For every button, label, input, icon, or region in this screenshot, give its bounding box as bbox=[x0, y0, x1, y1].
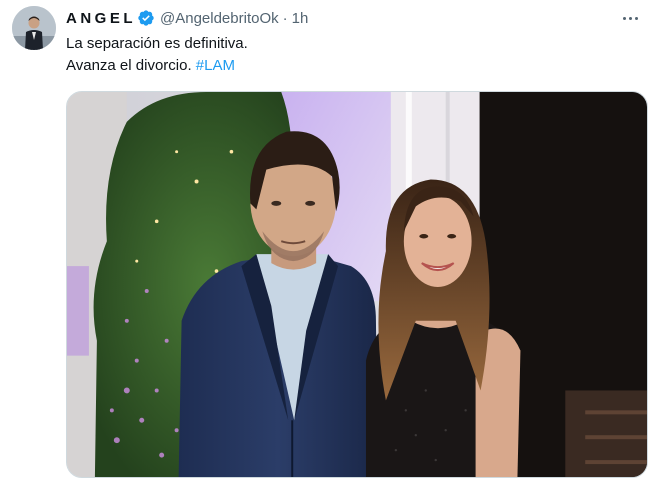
separator-dot: · bbox=[282, 9, 288, 27]
display-name[interactable]: ANGEL bbox=[66, 10, 136, 27]
tweet-text: La separación es definitiva. Avanza el d… bbox=[66, 33, 626, 77]
tweet-text-line-1: La separación es definitiva. bbox=[66, 35, 248, 52]
verified-badge-icon bbox=[137, 9, 155, 27]
tweet-header: ANGEL @AngeldebritoOk · 1h bbox=[66, 8, 638, 28]
tweet[interactable]: ANGEL @AngeldebritoOk · 1h La separación… bbox=[0, 0, 658, 486]
tweet-photo[interactable] bbox=[66, 91, 648, 478]
timestamp[interactable]: 1h bbox=[292, 10, 309, 27]
hashtag-link[interactable]: #LAM bbox=[196, 57, 235, 74]
tweet-text-line-2-content: Avanza el divorcio. bbox=[66, 57, 196, 74]
more-options-icon[interactable] bbox=[620, 8, 640, 28]
avatar[interactable] bbox=[12, 6, 56, 50]
user-handle[interactable]: @AngeldebritoOk bbox=[160, 10, 279, 27]
tweet-text-line-2: Avanza el divorcio. #LAM bbox=[66, 55, 626, 77]
